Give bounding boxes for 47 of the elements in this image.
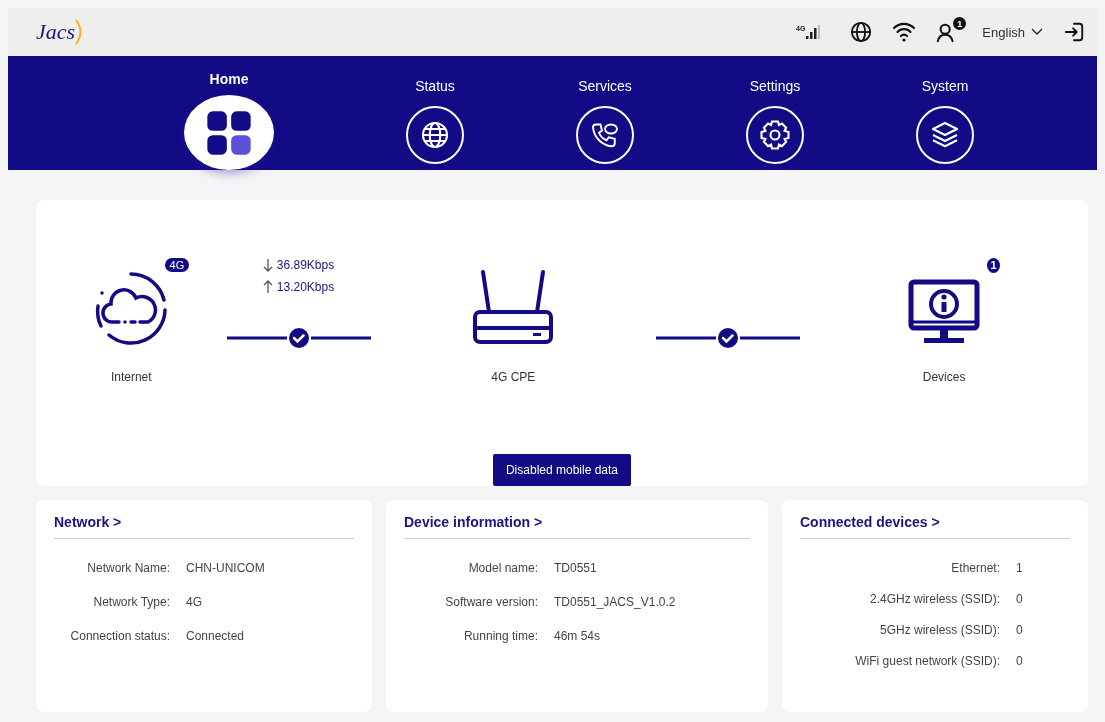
field-value: 4G [186, 595, 203, 609]
card-title-link[interactable]: Connected devices > [800, 514, 1070, 539]
nav-tab[interactable]: System [860, 56, 1030, 170]
logout-icon[interactable] [1063, 21, 1085, 43]
count-badge: 1 [987, 258, 1001, 273]
field-label: Running time: [462, 629, 538, 643]
nav-tab[interactable]: Home [144, 56, 314, 170]
notification-badge: 1 [953, 17, 967, 30]
field-label: Ethernet: [950, 561, 1000, 575]
download-speed: 36.89Kbps [262, 258, 335, 272]
field-label: Connection status: [69, 629, 170, 643]
chevron-down-icon [1031, 28, 1043, 36]
card-title-link[interactable]: Network > [54, 514, 354, 539]
field-value: TD0551_JACS_V1.0.2 [554, 595, 677, 609]
field-value: 0 [1016, 654, 1024, 668]
node-label: Internet [110, 370, 152, 384]
wifi-icon[interactable] [892, 21, 917, 43]
gear-icon [757, 117, 793, 153]
field-value: 0 [1016, 623, 1024, 637]
globe-icon[interactable] [850, 21, 873, 43]
field-value: 1 [1016, 561, 1024, 575]
node-label: Devices [922, 370, 966, 384]
nav-tab[interactable]: Settings [690, 56, 860, 170]
field-label: Model name: [467, 561, 538, 575]
field-label: 2.4GHz wireless (SSID): [868, 592, 1000, 606]
jacs-logo[interactable]: Jacs [36, 19, 86, 45]
field-label: 5GHz wireless (SSID): [878, 623, 1000, 637]
field-label: Software version: [444, 595, 538, 609]
arrow-up-icon [262, 280, 273, 294]
field-label: WiFi guest network (SSID): [854, 654, 1000, 668]
count-badge: 4G [164, 258, 190, 272]
field-value: CHN-UNICOM [186, 561, 266, 575]
disable-mobile-data-button[interactable]: Disabled mobile data [492, 454, 632, 486]
arrow-down-icon [262, 258, 273, 272]
nav-tab[interactable]: Status [350, 56, 520, 170]
signal-bars-icon [806, 25, 823, 39]
nav-tab[interactable]: Services [520, 56, 690, 170]
upload-speed: 13.20Kbps [262, 280, 335, 294]
language-dropdown[interactable]: English [978, 24, 1043, 40]
field-value: Connected [186, 629, 246, 643]
field-value: TD0551 [554, 561, 598, 575]
field-value: 0 [1016, 592, 1024, 606]
field-value: 46m 54s [554, 629, 602, 643]
node-label: 4G CPE [491, 370, 536, 384]
card-title-link[interactable]: Device information > [404, 514, 750, 539]
field-label: Network Type: [92, 595, 170, 609]
field-label: Network Name: [86, 561, 170, 575]
